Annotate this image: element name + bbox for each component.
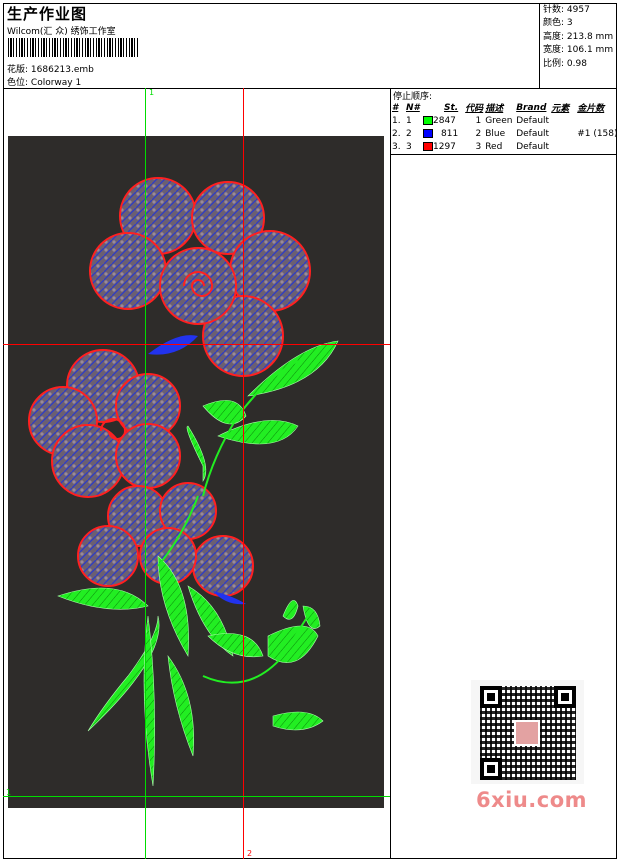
table-row: 3. 3 1297 3 Red Default (392, 141, 550, 152)
qr-finder-icon (554, 686, 576, 708)
pattern-value: 1686213.emb (30, 65, 94, 75)
pattern-label: 花版: (7, 65, 29, 75)
qr-logo-icon (514, 720, 540, 746)
red-vertical-guide (243, 88, 244, 859)
page-title: 生产作业图 (7, 5, 88, 23)
green-vertical-guide (145, 88, 146, 859)
stats-panel: 针数: 4957 颜色: 3 高度: 213.8 mm 宽度: 106.1 mm… (543, 4, 613, 71)
header-divider (3, 88, 617, 89)
stat-colors: 颜色: 3 (543, 18, 573, 29)
stat-scale: 比例: 0.98 (543, 58, 587, 69)
guide-label-2: 2 (247, 849, 253, 858)
table-row: 1. 1 2847 1 Green Default (392, 115, 550, 126)
color-swatch (423, 141, 433, 151)
guide-label-1-left: 1 (6, 788, 12, 797)
watermark: 6xiu.com (476, 788, 588, 812)
qr-finder-icon (480, 686, 502, 708)
guide-label-1: 1 (149, 88, 155, 97)
embroidery-preview (8, 136, 384, 808)
color-swatch (423, 115, 433, 125)
stat-stitches: 针数: 4957 (543, 5, 590, 15)
colorway-value: Colorway 1 (30, 78, 82, 88)
table-row: 2. 2 811 2 Blue Default #1 (158) (392, 128, 618, 139)
table-header-row: # N# St. 代码 描述 Brand 元素 金片数 (392, 102, 605, 115)
stat-width: 宽度: 106.1 mm (543, 45, 614, 56)
stop-sequence-table: # N# St. 代码 描述 Brand 元素 金片数 1. 1 2847 1 … (392, 101, 618, 153)
pattern-info: 花版: 1686213.emb (7, 62, 94, 75)
subtitle: Wilcom(汇 众) 绣饰工作室 (7, 27, 116, 37)
sidebar-divider (390, 88, 391, 859)
stat-height: 高度: 213.8 mm (543, 31, 614, 42)
red-horizontal-guide (3, 344, 390, 345)
flower-top (89, 177, 311, 377)
barcode (8, 38, 140, 57)
table-divider (390, 154, 617, 155)
flower-left (28, 349, 181, 498)
header-stats-divider (539, 3, 540, 88)
colorway-label: 色位: (7, 78, 29, 88)
qr-finder-icon (480, 758, 502, 780)
color-swatch (423, 128, 433, 138)
colorway-info: 色位: Colorway 1 (7, 75, 81, 88)
green-horizontal-guide (3, 796, 390, 797)
embroidery-design-image (28, 177, 339, 787)
